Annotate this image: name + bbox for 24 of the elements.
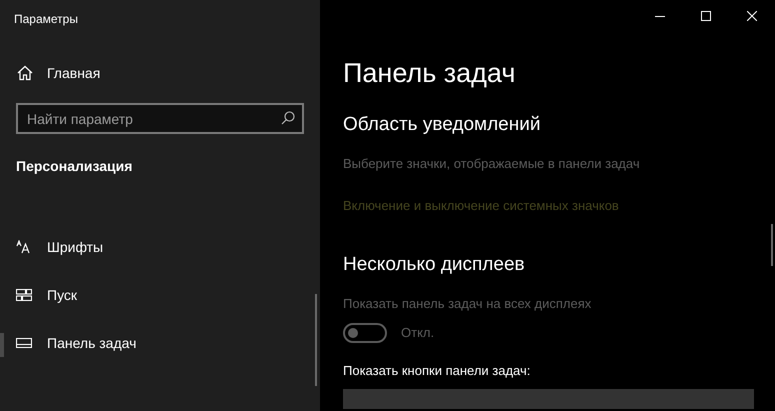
description-text: Показать панель задач на всех дисплеях bbox=[343, 295, 592, 313]
search-field[interactable]: Найти параметр bbox=[16, 103, 304, 134]
section-heading: Область уведомлений bbox=[343, 113, 542, 137]
fonts-icon bbox=[16, 240, 32, 254]
section-heading: Несколько дисплеев bbox=[343, 253, 526, 277]
dropdown[interactable] bbox=[343, 389, 754, 409]
section-heading: Персонализация bbox=[15, 157, 134, 176]
page-title: Панель задач bbox=[343, 57, 516, 90]
tiles-icon bbox=[16, 289, 32, 301]
field-label: Показать кнопки панели задач: bbox=[343, 362, 532, 380]
nav-item[interactable]: Пуск bbox=[0, 271, 320, 319]
window-title: Параметры bbox=[13, 11, 79, 28]
description-text: Выберите значки, отображаемые в панели задач bbox=[343, 155, 641, 173]
nav-item[interactable]: Шрифты bbox=[0, 223, 320, 271]
home-icon bbox=[17, 65, 33, 81]
scrollbar[interactable] bbox=[771, 224, 773, 266]
nav-item[interactable]: Панель задач bbox=[0, 319, 320, 367]
search-icon[interactable] bbox=[281, 111, 295, 125]
home-link[interactable]: Главная bbox=[0, 53, 320, 93]
maximize-icon bbox=[701, 11, 711, 21]
close-icon bbox=[747, 11, 757, 21]
scrollbar[interactable] bbox=[315, 294, 317, 386]
toggle-state-label: Откл. bbox=[401, 324, 434, 342]
taskbar-icon bbox=[16, 338, 32, 348]
